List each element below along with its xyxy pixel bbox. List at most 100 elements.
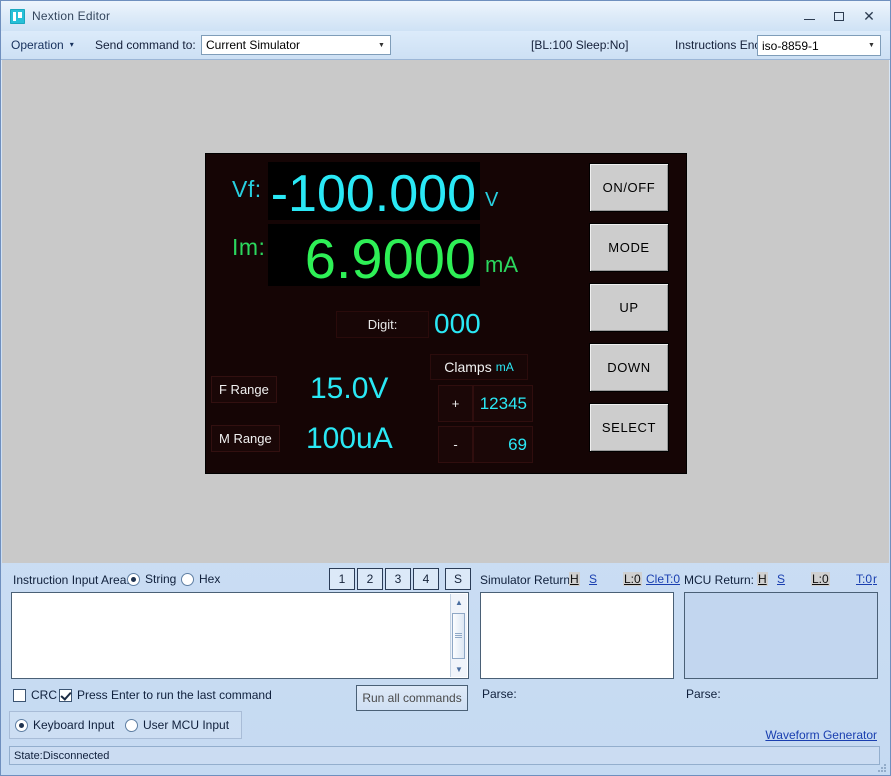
keyboard-input-label: Keyboard Input xyxy=(33,718,115,732)
simulator-parse-label: Parse: xyxy=(482,687,517,701)
sim-return-length[interactable]: L:0 xyxy=(623,572,642,586)
instruction-scrollbar[interactable]: ▲ ▼ xyxy=(450,594,467,677)
title-bar: Nextion Editor ✕ xyxy=(1,1,890,31)
checkbox-icon xyxy=(13,688,26,702)
radio-dot-icon xyxy=(127,572,140,586)
radio-hex-label: Hex xyxy=(199,572,221,586)
sim-button-up[interactable]: UP xyxy=(589,283,669,332)
send-command-target-value: Current Simulator xyxy=(206,38,301,52)
digit-value: 000 xyxy=(434,308,481,339)
operation-menu[interactable]: Operation ▾ xyxy=(11,31,74,59)
run-all-commands-button[interactable]: Run all commands xyxy=(356,685,468,711)
quick-button-2[interactable]: 2 xyxy=(357,568,383,590)
sim-return-clear-button[interactable]: Cle xyxy=(646,572,664,586)
sim-button-mode[interactable]: MODE xyxy=(589,223,669,272)
simulator-screen[interactable]: Vf: -100.000 V Im: 6.9000 mA Digit: 000 … xyxy=(205,153,687,474)
radio-dot-icon xyxy=(15,718,28,732)
press-enter-label: Press Enter to run the last command xyxy=(77,688,272,702)
window-controls: ✕ xyxy=(794,1,884,31)
scrollbar-grip-icon xyxy=(455,633,462,638)
vf-value-box: -100.000 xyxy=(268,162,480,223)
resize-grip-icon[interactable] xyxy=(877,763,887,773)
status-bar: State:Disconnected xyxy=(9,746,880,765)
f-range-value: 15.0V xyxy=(310,372,389,405)
clamp-negative-row: - 69 xyxy=(438,426,533,463)
mcu-return-length[interactable]: L:0 xyxy=(811,572,830,586)
clamp-positive-value: 12345 xyxy=(473,385,533,422)
simulator-canvas: Vf: -100.000 V Im: 6.9000 mA Digit: 000 … xyxy=(2,60,889,563)
sim-button-down[interactable]: DOWN xyxy=(589,343,669,392)
window-title: Nextion Editor xyxy=(32,9,111,23)
scroll-down-icon[interactable]: ▼ xyxy=(451,661,467,677)
maximize-button[interactable] xyxy=(824,5,854,27)
encoding-select[interactable]: iso-8859-1 ▼ xyxy=(757,35,881,56)
m-range-value: 100uA xyxy=(306,422,393,455)
chevron-down-icon: ▼ xyxy=(378,41,385,49)
digit-label-box: Digit: xyxy=(336,311,429,338)
nextion-logo-icon xyxy=(10,8,25,24)
im-value-box: 6.9000 xyxy=(268,224,480,290)
vf-unit: V xyxy=(485,189,499,211)
simulator-return-output[interactable] xyxy=(480,592,674,679)
mcu-return-output[interactable] xyxy=(684,592,878,679)
radio-hex[interactable]: Hex xyxy=(181,572,220,586)
clamps-label: Clamps xyxy=(444,359,492,375)
close-icon: ✕ xyxy=(863,8,875,24)
quick-button-s[interactable]: S xyxy=(445,568,471,590)
clamp-negative-value: 69 xyxy=(473,426,533,463)
clamps-unit: mA xyxy=(495,360,514,374)
im-unit: mA xyxy=(485,252,518,277)
sim-button-onoff[interactable]: ON/OFF xyxy=(589,163,669,212)
scroll-up-icon[interactable]: ▲ xyxy=(451,594,467,610)
m-range-label: M Range xyxy=(211,425,280,452)
close-button[interactable]: ✕ xyxy=(854,5,884,27)
vf-label: Vf: xyxy=(232,176,262,202)
waveform-generator-link[interactable]: Waveform Generator xyxy=(765,728,877,742)
user-mcu-input-label: User MCU Input xyxy=(143,718,230,732)
radio-dot-icon xyxy=(125,718,138,732)
simulator-return-label: Simulator Return: xyxy=(480,573,574,587)
chevron-down-icon: ▼ xyxy=(868,42,875,49)
mcu-return-label: MCU Return: xyxy=(684,573,755,587)
radio-keyboard-input[interactable]: Keyboard Input xyxy=(15,718,114,732)
mcu-return-extra[interactable]: r xyxy=(873,572,877,586)
quick-button-4[interactable]: 4 xyxy=(413,568,439,590)
quick-button-3[interactable]: 3 xyxy=(385,568,411,590)
sim-return-string-toggle[interactable]: S xyxy=(589,572,597,586)
clamp-negative-sign: - xyxy=(438,426,473,463)
mcu-return-time[interactable]: T:0 xyxy=(856,572,872,586)
minimize-button[interactable] xyxy=(794,5,824,27)
clamps-header: Clamps mA xyxy=(430,354,528,380)
operation-menu-label: Operation xyxy=(11,38,64,52)
instruction-input-label: Instruction Input Area: xyxy=(13,573,130,587)
encoding-value: iso-8859-1 xyxy=(762,38,819,53)
radio-dot-icon xyxy=(181,572,194,586)
im-value: 6.9000 xyxy=(304,227,476,290)
send-command-target-select[interactable]: Current Simulator ▼ xyxy=(201,35,391,55)
radio-string[interactable]: String xyxy=(127,572,176,586)
mcu-return-hex-toggle[interactable]: H xyxy=(757,572,768,586)
vf-value: -100.000 xyxy=(270,165,476,223)
quick-button-1[interactable]: 1 xyxy=(329,568,355,590)
status-text: State:Disconnected xyxy=(14,749,110,762)
clamp-positive-sign: + xyxy=(438,385,473,422)
mcu-parse-label: Parse: xyxy=(686,687,721,701)
sim-button-select[interactable]: SELECT xyxy=(589,403,669,452)
mcu-return-string-toggle[interactable]: S xyxy=(777,572,785,586)
send-command-label: Send command to: xyxy=(95,38,196,52)
im-label: Im: xyxy=(232,234,266,260)
scrollbar-thumb[interactable] xyxy=(452,613,465,659)
sim-return-time[interactable]: T:0 xyxy=(664,572,680,586)
digit-label: Digit: xyxy=(367,317,398,332)
instruction-input-textarea[interactable]: ▲ ▼ xyxy=(11,592,469,679)
radio-string-label: String xyxy=(145,572,177,586)
sim-return-hex-toggle[interactable]: H xyxy=(569,572,580,586)
crc-checkbox[interactable]: CRC xyxy=(13,688,57,702)
clamp-positive-row: + 12345 xyxy=(438,385,533,422)
press-enter-checkbox[interactable]: Press Enter to run the last command xyxy=(59,688,272,702)
backlight-sleep-status: [BL:100 Sleep:No] xyxy=(531,38,629,52)
chevron-down-icon: ▾ xyxy=(69,40,74,49)
f-range-label: F Range xyxy=(211,376,277,403)
radio-user-mcu-input[interactable]: User MCU Input xyxy=(125,718,229,732)
nextion-editor-window: Nextion Editor ✕ Operation ▾ Send comman… xyxy=(0,0,891,776)
